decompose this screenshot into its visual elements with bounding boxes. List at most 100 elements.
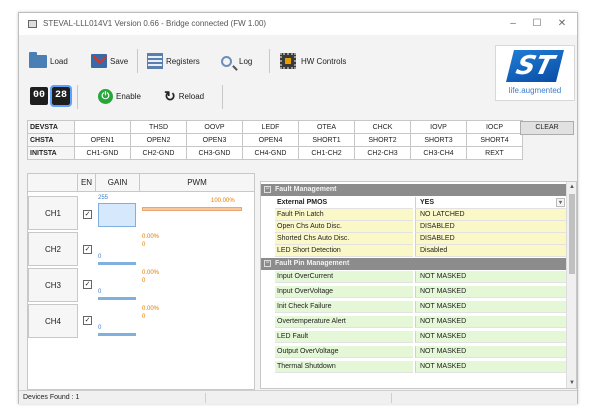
ch4-enable-checkbox[interactable]: ✓ — [83, 316, 92, 325]
registers-label: Registers — [166, 56, 200, 66]
log-button[interactable]: Log — [221, 50, 252, 72]
property-row[interactable]: Input OverCurrent NOT MASKED — [261, 271, 567, 283]
property-key: Thermal Shutdown — [275, 361, 413, 373]
channel-label-ch4: CH4 — [28, 304, 78, 338]
property-value[interactable]: Disabled — [415, 245, 567, 257]
property-value[interactable]: NOT MASKED — [415, 346, 567, 358]
toolbar-separator — [137, 49, 138, 73]
property-value[interactable]: DISABLED — [415, 233, 567, 245]
property-value: YES — [420, 199, 435, 206]
ch4-pwm-value: 0.00% — [142, 306, 160, 312]
property-value[interactable]: NOT MASKED — [415, 271, 567, 283]
ch1-pwm-value: 100.00% — [211, 198, 235, 204]
registers-button[interactable]: Registers — [147, 50, 200, 72]
chevron-down-icon[interactable]: ▾ — [556, 198, 565, 207]
channel-label-ch1: CH1 — [28, 196, 78, 230]
window-title: STEVAL-LLL014V1 Version 0.66 - Bridge co… — [43, 19, 267, 28]
status-cell: CH1-CH2 — [298, 146, 355, 160]
maximize-button[interactable]: ☐ — [530, 17, 544, 31]
load-button[interactable]: Load — [29, 50, 68, 72]
row-label: CHSTA — [27, 133, 75, 147]
property-row[interactable]: LED Fault NOT MASKED — [261, 331, 567, 343]
property-value[interactable]: NOT MASKED — [415, 301, 567, 313]
property-key: LED Short Detection — [275, 245, 413, 257]
property-row[interactable]: Init Check Failure NOT MASKED — [261, 301, 567, 313]
status-cell: CH4-GND — [242, 146, 299, 160]
status-cell: OPEN1 — [74, 133, 131, 147]
ch2-pwm-value: 0.00% — [142, 234, 160, 240]
property-value[interactable]: DISABLED — [415, 221, 567, 233]
minimize-button[interactable]: – — [506, 17, 520, 31]
category-fault-pin-management[interactable]: − Fault Pin Management — [261, 258, 567, 270]
property-key: LED Fault — [275, 331, 413, 343]
status-cell: OOVP — [186, 120, 243, 134]
scroll-down-icon[interactable]: ▼ — [567, 378, 576, 388]
hw-controls-button[interactable]: HW Controls — [280, 50, 346, 72]
property-row[interactable]: Output OverVoltage NOT MASKED — [261, 346, 567, 358]
ch2-enable-checkbox[interactable]: ✓ — [83, 245, 92, 254]
property-grid-scrollbar[interactable]: ▲ ▼ — [566, 182, 576, 388]
gain-column-header: GAIN — [96, 174, 140, 192]
ch3-gain-slider[interactable] — [98, 297, 136, 300]
st-logo-mark: ST — [506, 50, 564, 82]
power-icon: ⏻ — [98, 88, 113, 104]
ch3-enable-checkbox[interactable]: ✓ — [83, 280, 92, 289]
property-row[interactable]: Fault Pin Latch NO LATCHED — [261, 209, 567, 221]
status-cell: SHORT4 — [466, 133, 523, 147]
property-row[interactable]: External PMOS YES ▾ — [261, 197, 567, 209]
category-fault-management[interactable]: − Fault Management — [261, 184, 567, 196]
status-divider — [391, 393, 392, 403]
property-key: External PMOS — [275, 197, 413, 209]
clear-button[interactable]: CLEAR — [520, 121, 574, 135]
scrollbar-thumb[interactable] — [569, 194, 575, 274]
st-logo: ST life.augmented — [495, 45, 575, 101]
property-row[interactable]: Overtemperature Alert NOT MASKED — [261, 316, 567, 328]
status-row-devsta: DEVSTA THSD OOVP LEDF OTEA CHCK IOVP IOC… — [27, 120, 523, 134]
property-value[interactable]: NOT MASKED — [415, 286, 567, 298]
collapse-icon[interactable]: − — [264, 186, 271, 193]
toolbar-separator — [77, 85, 78, 109]
property-value[interactable]: NO LATCHED — [415, 209, 567, 221]
ch4-gain-slider[interactable] — [98, 333, 136, 336]
property-value[interactable]: NOT MASKED — [415, 316, 567, 328]
ch1-pwm-slider[interactable] — [142, 207, 242, 211]
folder-icon — [29, 51, 47, 68]
device-address-high[interactable]: 00 — [30, 87, 48, 105]
property-value-dropdown[interactable]: YES ▾ — [415, 197, 567, 209]
ch4-pwm-raw: 0 — [142, 314, 146, 320]
status-cell: CH2-CH3 — [354, 146, 411, 160]
scroll-up-icon[interactable]: ▲ — [567, 182, 576, 192]
channel-header-blank — [28, 174, 78, 192]
property-value[interactable]: NOT MASKED — [415, 361, 567, 373]
ch1-gain-slider[interactable] — [98, 203, 136, 227]
property-row[interactable]: Thermal Shutdown NOT MASKED — [261, 361, 567, 373]
save-button[interactable]: Save — [91, 50, 128, 72]
property-key: Init Check Failure — [275, 301, 413, 313]
collapse-icon[interactable]: − — [264, 260, 271, 267]
property-row[interactable]: Input OverVoltage NOT MASKED — [261, 286, 567, 298]
enable-column-header: EN — [78, 174, 96, 192]
pwm-column-header: PWM — [140, 174, 254, 192]
ch2-gain-slider[interactable] — [98, 262, 136, 265]
property-row[interactable]: Open Chs Auto Disc. DISABLED — [261, 221, 567, 233]
device-address-low[interactable]: 28 — [50, 85, 72, 107]
property-row[interactable]: Shorted Chs Auto Disc. DISABLED — [261, 233, 567, 245]
enable-button[interactable]: ⏻ Enable — [98, 85, 141, 107]
channel-panel: EN GAIN PWM CH1 ✓ 255 100.00% CH2 ✓ 0.00… — [27, 173, 255, 390]
reload-button[interactable]: ↻ Reload — [164, 85, 204, 107]
status-cell: OPEN3 — [186, 133, 243, 147]
property-value[interactable]: NOT MASKED — [415, 331, 567, 343]
status-cell: IOVP — [410, 120, 467, 134]
property-grid: − Fault Management External PMOS YES ▾ F… — [260, 181, 577, 389]
close-button[interactable]: ✕ — [555, 17, 569, 31]
property-key: Output OverVoltage — [275, 346, 413, 358]
status-cell: OPEN4 — [242, 133, 299, 147]
toolbar-separator — [269, 49, 270, 73]
status-register-table: DEVSTA THSD OOVP LEDF OTEA CHCK IOVP IOC… — [27, 120, 523, 160]
status-cell: OTEA — [298, 120, 355, 134]
property-row[interactable]: LED Short Detection Disabled — [261, 245, 567, 257]
ch2-pwm-raw: 0 — [142, 242, 146, 248]
status-cell: SHORT2 — [354, 133, 411, 147]
ch1-gain-value: 255 — [98, 195, 109, 201]
ch1-enable-checkbox[interactable]: ✓ — [83, 210, 92, 219]
